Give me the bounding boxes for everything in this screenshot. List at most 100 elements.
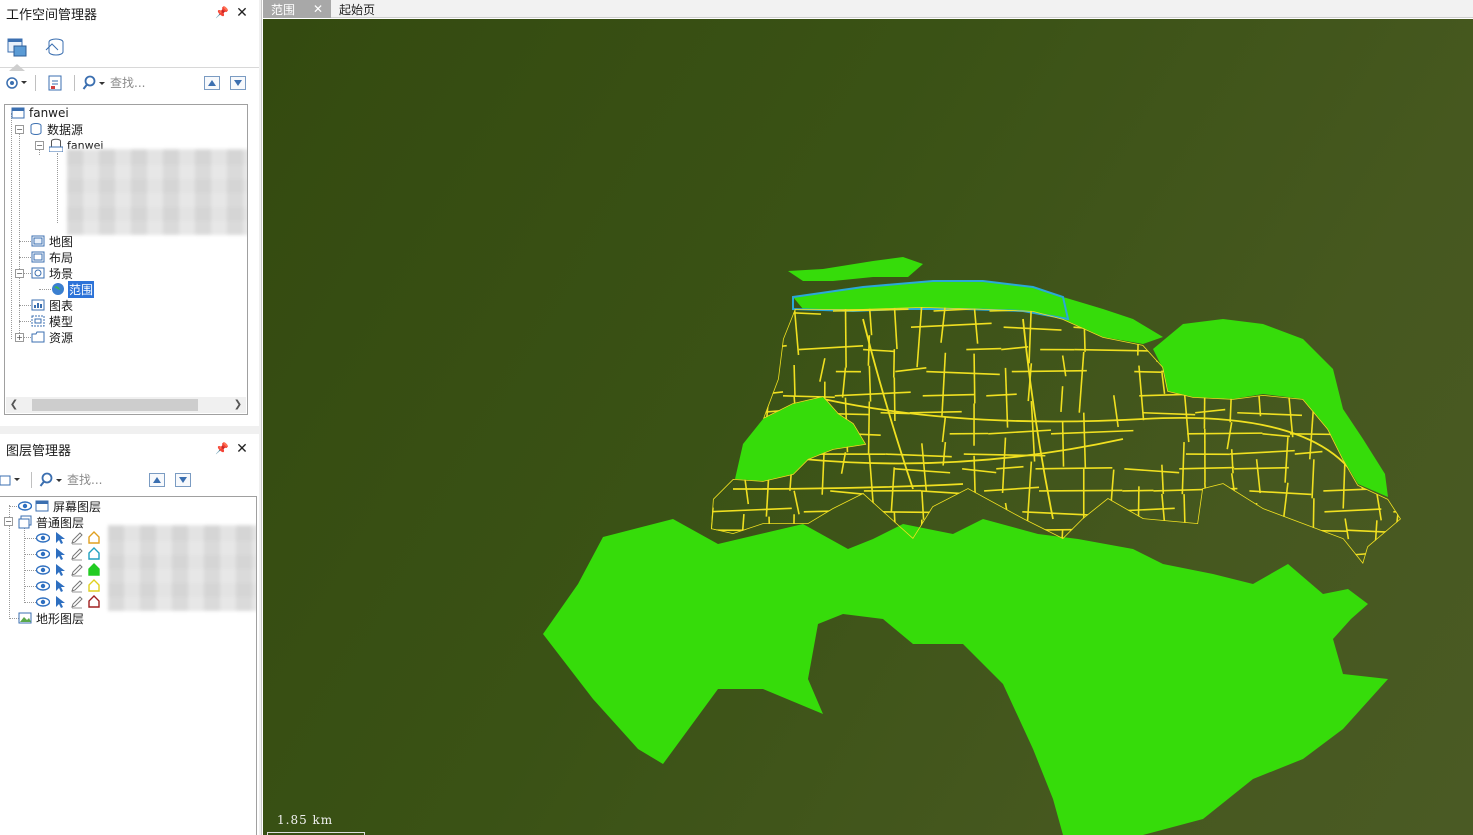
snap-pencil-icon[interactable] [70, 563, 84, 577]
scroll-right-icon[interactable]: ❯ [230, 397, 246, 413]
parcel-boundary [973, 455, 977, 506]
terrain-layers-node[interactable]: 地形图层 [18, 610, 84, 626]
close-tab-icon[interactable]: ✕ [313, 2, 323, 16]
tree-resources[interactable]: 资源 [31, 329, 74, 345]
pin-icon[interactable]: 📌 [215, 441, 229, 457]
parcel-boundary [1078, 351, 1085, 413]
layer-row[interactable] [36, 594, 101, 610]
workspace-tree-icon[interactable] [6, 36, 28, 71]
workspace-search-input[interactable] [110, 73, 200, 93]
tree-datasources[interactable]: 数据源 [29, 121, 84, 137]
snap-pencil-icon[interactable] [70, 531, 84, 545]
snap-pencil-icon[interactable] [70, 595, 84, 609]
selectable-pointer-icon[interactable] [53, 595, 67, 609]
eye-icon[interactable] [36, 563, 50, 577]
scroll-left-icon[interactable]: ❮ [6, 397, 22, 413]
scene-viewport[interactable]: 1.85 km [263, 19, 1473, 835]
datasource-view-icon[interactable] [44, 36, 66, 58]
tree-scene-fanwei[interactable]: 范围 [51, 280, 95, 298]
layouts-folder-icon [31, 251, 45, 263]
snap-pencil-icon[interactable] [70, 547, 84, 561]
parcel-boundary [830, 490, 864, 495]
find-icon[interactable] [82, 73, 106, 93]
layer-style-icon[interactable] [87, 595, 101, 609]
parcel-boundary [1039, 489, 1123, 492]
parcel-boundary [766, 342, 770, 380]
parcel-boundary [863, 348, 895, 353]
workspace-manager-panel: 工作空间管理器 📌 ✕ 查找... fanwei − 数据源 − fanwei … [0, 0, 259, 426]
find-previous-button[interactable] [204, 76, 220, 90]
normal-layers-node[interactable]: 普通图层 [18, 514, 84, 530]
add-layer-icon[interactable] [0, 470, 24, 490]
parcel-boundary [1124, 468, 1180, 474]
document-tabs: 范围 ✕ 起始页 [263, 0, 1473, 18]
selectable-pointer-icon[interactable] [53, 563, 67, 577]
find-next-button[interactable] [175, 473, 191, 487]
parcel-boundary [1204, 482, 1208, 514]
tree-workspace-root[interactable]: fanwei [11, 105, 70, 121]
layer-style-icon[interactable] [87, 579, 101, 593]
parcel-boundary [916, 307, 923, 368]
parcel-boundary [941, 416, 947, 443]
parcel-boundary [1227, 497, 1233, 524]
tab-start-page[interactable]: 起始页 [331, 0, 383, 18]
expand-resources-toggle[interactable]: + [15, 333, 24, 342]
tree-maps[interactable]: 地图 [31, 233, 74, 249]
tree-models[interactable]: 模型 [31, 313, 74, 329]
collapse-datasources-toggle[interactable]: − [15, 125, 24, 134]
parcel-boundary [1195, 408, 1226, 414]
close-icon[interactable]: ✕ [235, 441, 249, 457]
pin-icon[interactable]: 📌 [215, 5, 229, 21]
parcel-boundary [1238, 309, 1289, 312]
tree-layouts[interactable]: 布局 [31, 249, 74, 265]
selectable-pointer-icon[interactable] [53, 531, 67, 545]
view-options-icon[interactable] [4, 73, 28, 93]
parcel-boundary [890, 467, 896, 512]
layer-row[interactable] [36, 530, 101, 546]
parcel-boundary [1138, 551, 1186, 557]
eye-icon[interactable] [18, 499, 32, 513]
parcel-boundary [1292, 323, 1326, 328]
selectable-pointer-icon[interactable] [53, 579, 67, 593]
find-previous-button[interactable] [149, 473, 165, 487]
screen-layers-node[interactable]: 屏幕图层 [18, 498, 101, 514]
layer-style-icon[interactable] [87, 547, 101, 561]
layer-row[interactable] [36, 562, 101, 578]
tree-scenes[interactable]: 场景 [31, 265, 74, 281]
tab-scene-fanwei[interactable]: 范围 ✕ [263, 0, 331, 18]
scene-canvas[interactable] [263, 19, 1473, 835]
eye-icon[interactable] [36, 579, 50, 593]
charts-folder-icon [31, 299, 45, 311]
parcel-boundary [986, 393, 1017, 397]
properties-icon[interactable] [43, 73, 67, 93]
parcel-boundary [711, 391, 734, 397]
parcel-boundary [921, 443, 928, 491]
parcel-boundary [834, 391, 911, 397]
parcel-boundary [712, 307, 718, 325]
parcel-boundary [920, 490, 973, 496]
find-next-button[interactable] [230, 76, 246, 90]
collapse-datasource-toggle[interactable]: − [35, 141, 44, 150]
find-icon[interactable] [39, 470, 63, 490]
layer-style-icon[interactable] [87, 531, 101, 545]
eye-icon[interactable] [36, 547, 50, 561]
screen-layer-icon [35, 500, 49, 512]
selectable-pointer-icon[interactable] [53, 547, 67, 561]
layer-row[interactable] [36, 546, 101, 562]
tree-charts[interactable]: 图表 [31, 297, 74, 313]
parcel-boundary [1253, 503, 1258, 548]
layer-row[interactable] [36, 578, 101, 594]
workspace-tree-hscrollbar[interactable]: ❮ ❯ [6, 397, 246, 413]
layer-style-icon[interactable] [87, 563, 101, 577]
collapse-scenes-toggle[interactable]: − [15, 269, 24, 278]
parcel-boundary [1035, 467, 1113, 470]
layer-search-input[interactable] [67, 470, 145, 490]
collapse-normal-layers-toggle[interactable]: − [4, 517, 13, 526]
parcel-boundary [893, 307, 898, 350]
eye-icon[interactable] [36, 595, 50, 609]
parcel-boundary [1226, 422, 1233, 450]
eye-icon[interactable] [36, 531, 50, 545]
scrollbar-thumb[interactable] [32, 399, 198, 411]
snap-pencil-icon[interactable] [70, 579, 84, 593]
close-icon[interactable]: ✕ [235, 5, 249, 21]
